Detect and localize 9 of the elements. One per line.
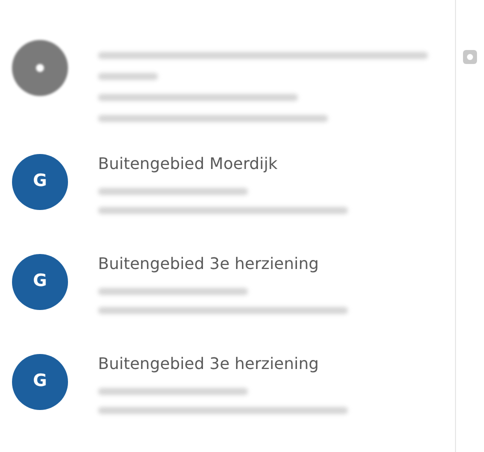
- avatar-icon: [12, 40, 68, 96]
- result-title[interactable]: Buitengebied 3e herziening: [98, 352, 348, 376]
- avatar-icon: G: [12, 354, 68, 410]
- scroll-handle-icon[interactable]: [463, 50, 477, 64]
- blurred-text-bar: [98, 73, 158, 80]
- avatar-icon: G: [12, 154, 68, 210]
- result-title[interactable]: Buitengebied 3e herziening: [98, 252, 348, 276]
- avatar-icon: G: [12, 254, 68, 310]
- result-title[interactable]: Buitengebied Moerdijk: [98, 152, 348, 176]
